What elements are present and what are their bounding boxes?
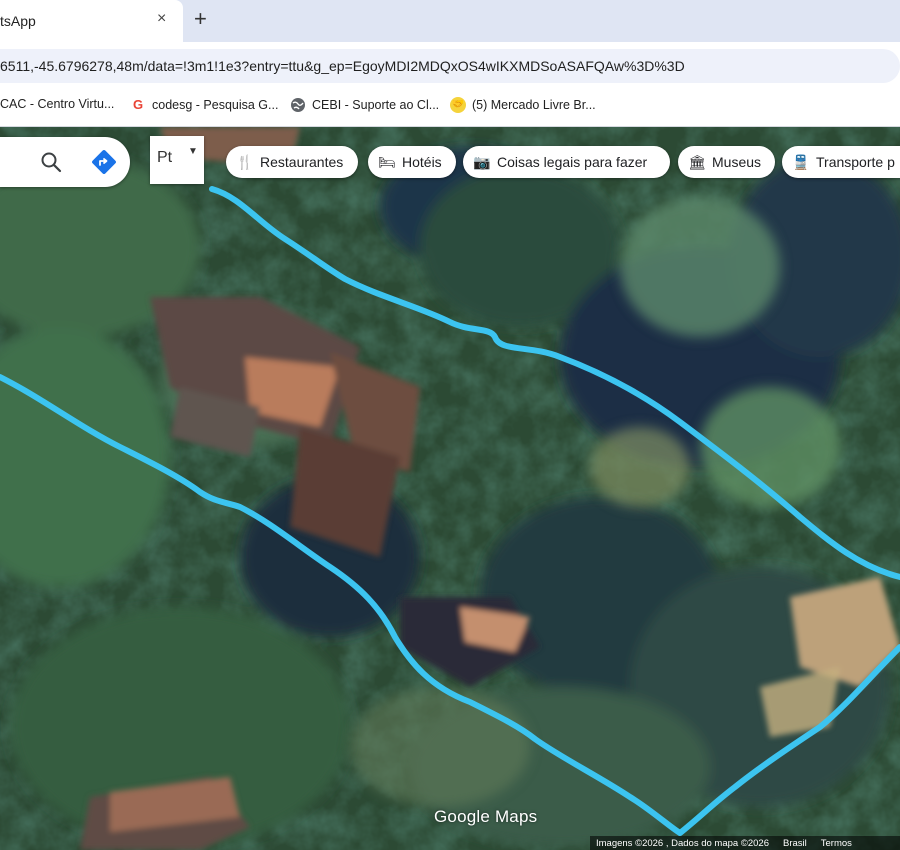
bookmark-cac[interactable]: CAC - Centro Virtu... — [0, 97, 114, 111]
bookmarks-bar: CAC - Centro Virtu... G codesg - Pesquis… — [0, 90, 900, 127]
bookmark-label: codesg - Pesquisa G... — [152, 98, 279, 112]
bookmark-cebi[interactable]: CEBI - Suporte ao Cl... — [290, 97, 439, 113]
tab-strip: tsApp × + — [0, 0, 900, 42]
camera-icon: 📷 — [473, 153, 491, 170]
directions-icon[interactable] — [92, 150, 116, 174]
bookmark-label: CEBI - Suporte ao Cl... — [312, 98, 440, 112]
chip-museums[interactable]: 🏛 Museus — [678, 146, 775, 178]
url-field[interactable]: 6511,-45.6796278,48m/data=!3m1!1e3?entry… — [0, 49, 900, 83]
new-tab-icon[interactable]: + — [194, 7, 207, 31]
mercadolivre-icon: 🤝 — [450, 97, 466, 113]
bookmark-label: (5) Mercado Livre Br... — [472, 98, 596, 112]
chip-things-to-do[interactable]: 📷 Coisas legais para fazer — [463, 146, 670, 178]
bookmark-codesg[interactable]: G codesg - Pesquisa G... — [130, 97, 279, 113]
chip-label: Hotéis — [402, 154, 442, 170]
layer-label: Pt — [157, 149, 173, 166]
address-bar: 6511,-45.6796278,48m/data=!3m1!1e3?entry… — [0, 42, 900, 90]
country-label[interactable]: Brasil — [783, 838, 807, 849]
chip-label: Transporte p — [816, 154, 895, 170]
imagery-credit: Imagens ©2026 , Dados do mapa ©2026 — [596, 837, 769, 849]
fork-knife-icon: 🍴 — [236, 153, 254, 170]
chip-label: Coisas legais para fazer — [497, 154, 648, 170]
map-canvas[interactable]: Pt ▼ 🍴 Restaurantes 🛏 Hotéis 📷 Coisas le… — [0, 127, 900, 850]
url-text: 6511,-45.6796278,48m/data=!3m1!1e3?entry… — [0, 58, 685, 74]
google-maps-watermark: Google Maps — [434, 807, 538, 826]
close-tab-icon[interactable]: × — [157, 10, 166, 28]
chip-hotels[interactable]: 🛏 Hotéis — [368, 146, 456, 178]
layer-menu-button[interactable]: Pt ▼ — [150, 136, 204, 184]
bookmark-label: CAC - Centro Virtu... — [0, 97, 115, 111]
chip-restaurants[interactable]: 🍴 Restaurantes — [226, 146, 358, 178]
browser-tab[interactable]: tsApp × — [0, 0, 183, 42]
tab-title: tsApp — [0, 13, 36, 29]
satellite-imagery — [0, 127, 900, 850]
bed-icon: 🛏 — [378, 153, 396, 170]
museum-icon: 🏛 — [688, 153, 706, 170]
globe-icon — [290, 97, 306, 113]
bookmark-mercadolivre[interactable]: 🤝 (5) Mercado Livre Br... — [450, 97, 596, 113]
chip-label: Museus — [712, 154, 762, 170]
map-search-box[interactable] — [0, 137, 130, 187]
chevron-down-icon: ▼ — [188, 146, 198, 157]
chip-transit[interactable]: 🚆 Transporte p — [782, 146, 900, 178]
terms-link[interactable]: Termos — [821, 838, 852, 849]
google-icon: G — [132, 97, 144, 112]
chip-label: Restaurantes — [260, 154, 344, 170]
search-icon[interactable] — [40, 151, 62, 173]
train-icon: 🚆 — [792, 153, 810, 170]
map-attribution: Imagens ©2026 , Dados do mapa ©2026 Bras… — [590, 836, 900, 850]
